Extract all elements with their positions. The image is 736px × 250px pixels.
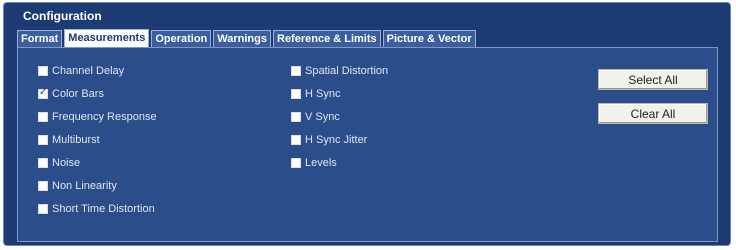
checkbox-v-sync[interactable]: V Sync — [291, 108, 388, 125]
checkbox-spatial-distortion[interactable]: Spatial Distortion — [291, 62, 388, 79]
checkbox-box[interactable] — [291, 157, 301, 168]
checkbox-box[interactable] — [38, 203, 48, 214]
checkbox-label: Short Time Distortion — [52, 202, 155, 215]
configuration-window: Configuration Format Measurements Operat… — [3, 2, 731, 246]
checkbox-label: Noise — [52, 156, 81, 169]
tab-picture-vector[interactable]: Picture & Vector — [382, 30, 476, 47]
checkbox-box[interactable] — [291, 88, 301, 99]
tab-measurements[interactable]: Measurements — [64, 29, 150, 47]
tab-bar: Format Measurements Operation Warnings R… — [17, 29, 478, 47]
checkbox-box[interactable] — [38, 111, 48, 122]
checkbox-label: Multiburst — [52, 133, 100, 146]
checkbox-box[interactable] — [38, 180, 48, 191]
checkbox-label: Spatial Distortion — [305, 64, 389, 77]
checkbox-box[interactable] — [291, 134, 301, 145]
checkbox-non-linearity[interactable]: Non Linearity — [38, 177, 157, 194]
checkbox-box[interactable] — [38, 65, 48, 76]
checkbox-label: Non Linearity — [52, 179, 117, 192]
checkbox-noise[interactable]: Noise — [38, 154, 157, 171]
checkbox-short-time-distortion[interactable]: Short Time Distortion — [38, 200, 157, 217]
checkbox-levels[interactable]: Levels — [291, 154, 388, 171]
checkbox-box[interactable] — [291, 65, 301, 76]
tab-operation[interactable]: Operation — [151, 30, 212, 47]
checkbox-box[interactable] — [38, 134, 48, 145]
checkbox-label: Levels — [305, 156, 337, 169]
checkbox-h-sync[interactable]: H Sync — [291, 85, 388, 102]
tab-warnings[interactable]: Warnings — [213, 30, 271, 47]
measurements-right-column: Spatial Distortion H Sync V Sync H Sync … — [291, 62, 388, 177]
checkbox-h-sync-jitter[interactable]: H Sync Jitter — [291, 131, 388, 148]
measurements-left-column: Channel Delay Color Bars Frequency Respo… — [38, 62, 157, 223]
checkbox-channel-delay[interactable]: Channel Delay — [38, 62, 157, 79]
window-title: Configuration — [23, 9, 102, 23]
checkbox-box[interactable] — [38, 87, 48, 99]
checkbox-box[interactable] — [291, 111, 301, 122]
select-all-button[interactable]: Select All — [598, 69, 708, 90]
checkbox-label: V Sync — [305, 110, 340, 123]
checkbox-box[interactable] — [38, 157, 48, 168]
checkbox-frequency-response[interactable]: Frequency Response — [38, 108, 157, 125]
measurements-panel: Channel Delay Color Bars Frequency Respo… — [17, 47, 718, 242]
checkbox-label: H Sync — [305, 87, 341, 100]
checkbox-label: Color Bars — [52, 87, 104, 100]
checkbox-label: Frequency Response — [52, 110, 157, 123]
tab-reference-limits[interactable]: Reference & Limits — [273, 30, 381, 47]
checkbox-multiburst[interactable]: Multiburst — [38, 131, 157, 148]
checkbox-color-bars[interactable]: Color Bars — [38, 85, 157, 102]
clear-all-button[interactable]: Clear All — [598, 103, 708, 124]
tab-format[interactable]: Format — [17, 30, 63, 47]
checkbox-label: Channel Delay — [52, 64, 125, 77]
checkbox-label: H Sync Jitter — [305, 133, 368, 146]
